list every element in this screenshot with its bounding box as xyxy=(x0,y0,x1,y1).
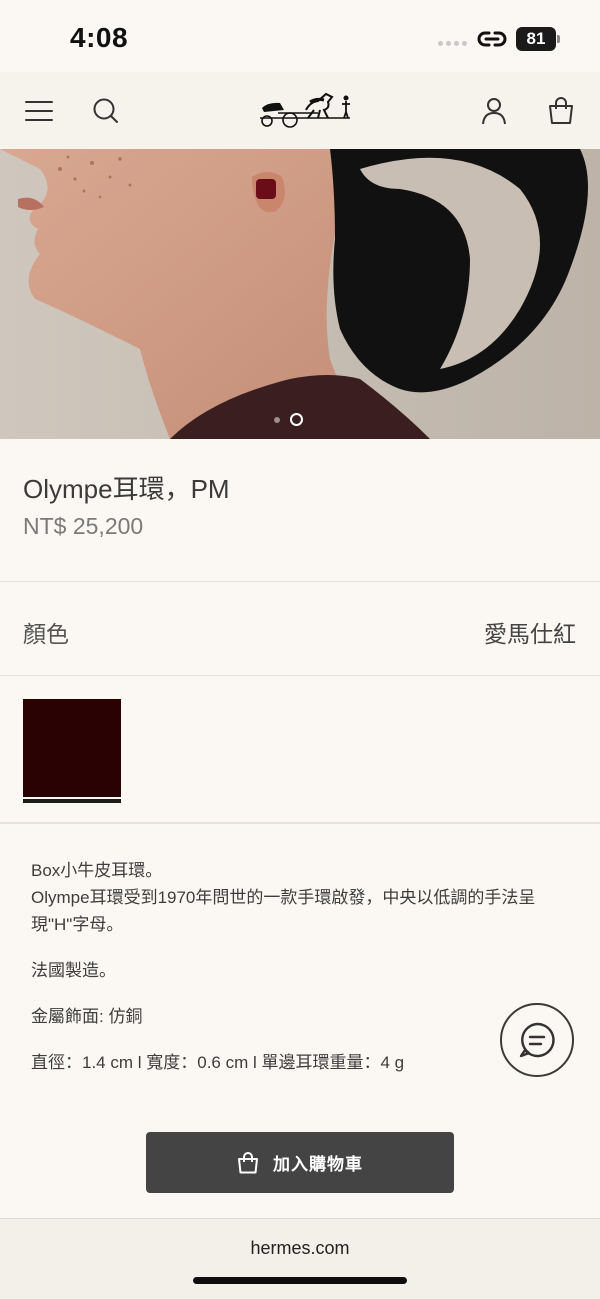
chat-icon xyxy=(519,1022,555,1058)
color-swatch-selected[interactable] xyxy=(23,699,121,797)
hermes-carriage-logo[interactable] xyxy=(258,88,354,135)
status-time: 4:08 xyxy=(70,22,129,53)
divider xyxy=(0,822,600,824)
battery-nub xyxy=(557,35,560,43)
carousel-dot[interactable] xyxy=(274,416,280,423)
description-story: Olympe耳環受到1970年問世的一款手環啟發，中央以低調的手法呈現"H"字母… xyxy=(31,888,536,934)
menu-icon[interactable] xyxy=(22,94,56,128)
color-value: 愛馬仕紅 xyxy=(484,621,576,647)
description-origin: 法國製造。 xyxy=(31,961,116,980)
color-label: 顏色 xyxy=(23,621,69,647)
divider xyxy=(0,675,600,676)
battery-icon: 81 xyxy=(516,27,556,51)
home-indicator[interactable] xyxy=(193,1277,407,1284)
search-icon[interactable] xyxy=(89,94,123,128)
product-price: NT$ 25,200 xyxy=(23,513,144,539)
add-to-cart-button[interactable]: 加入購物車 xyxy=(146,1132,454,1193)
carousel-dot-active[interactable] xyxy=(290,413,303,426)
description-material: Box小牛皮耳環。 xyxy=(31,861,163,880)
swatch-selected-indicator xyxy=(23,799,121,803)
description-dimensions: 直徑：1.4 cm l 寬度：0.6 cm l 單邊耳環重量：4 g xyxy=(31,1053,405,1072)
link-icon xyxy=(476,27,508,56)
signal-dots-icon xyxy=(438,41,467,46)
site-header xyxy=(0,72,600,149)
status-bar: 4:08 81 xyxy=(0,0,600,72)
browser-url[interactable]: hermes.com xyxy=(0,1238,600,1259)
product-name: Olympe耳環，PM xyxy=(23,474,230,504)
shopping-bag-icon[interactable] xyxy=(544,94,578,128)
description-metal: 金屬飾面: 仿銅 xyxy=(31,1007,143,1026)
carousel-dots[interactable] xyxy=(274,413,303,426)
product-description: Box小牛皮耳環。 Olympe耳環受到1970年問世的一款手環啟發，中央以低調… xyxy=(31,857,571,1076)
shopping-bag-icon xyxy=(238,1151,258,1173)
divider xyxy=(0,581,600,582)
account-icon[interactable] xyxy=(477,94,511,128)
add-to-cart-label: 加入購物車 xyxy=(273,1155,363,1174)
product-image[interactable] xyxy=(0,149,600,439)
chat-button[interactable] xyxy=(500,1003,574,1077)
